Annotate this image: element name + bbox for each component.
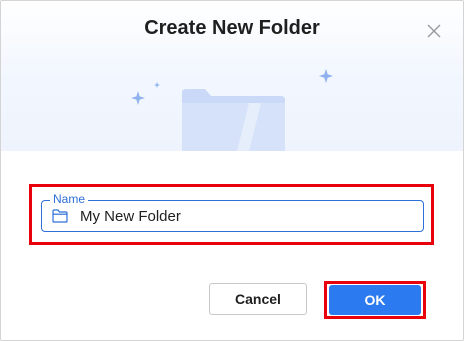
name-field[interactable]: Name (41, 192, 424, 232)
dialog-header: Create New Folder (1, 1, 463, 151)
name-field-highlight: Name (29, 184, 434, 245)
folder-icon (52, 209, 68, 223)
folder-illustration-icon (131, 69, 333, 151)
ok-button-highlight: OK (324, 281, 426, 319)
folder-name-input[interactable] (80, 205, 410, 227)
close-button[interactable] (423, 20, 445, 42)
dialog-title: Create New Folder (144, 17, 320, 39)
close-icon (427, 24, 441, 38)
create-folder-dialog: Create New Folder Name My New Folder Can… (0, 0, 464, 341)
cancel-button[interactable]: Cancel (209, 283, 307, 315)
name-field-label: Name (50, 192, 89, 206)
ok-button[interactable]: OK (329, 285, 421, 315)
